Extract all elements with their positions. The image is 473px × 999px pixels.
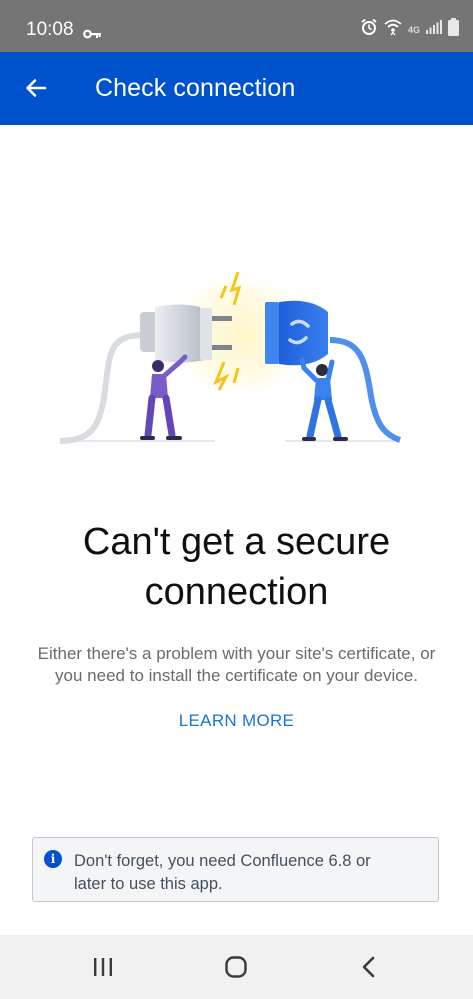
system-nav-bar bbox=[0, 935, 473, 999]
error-description: Either there's a problem with your site'… bbox=[0, 643, 473, 687]
battery-icon bbox=[448, 18, 459, 41]
info-banner: i Don't forget, you need Confluence 6.8 … bbox=[32, 837, 439, 902]
page-title: Check connection bbox=[95, 74, 296, 102]
home-button[interactable] bbox=[211, 945, 261, 989]
app-bar: Check connection bbox=[0, 52, 473, 125]
wifi-icon bbox=[384, 18, 402, 41]
info-text-line-1: Don't forget, you need Confluence 6.8 or bbox=[74, 852, 371, 870]
description-line-1: Either there's a problem with your site'… bbox=[37, 644, 436, 663]
network-type: 4G bbox=[407, 24, 420, 35]
info-text-line-2: later to use this app. bbox=[74, 875, 223, 893]
info-banner-text: Don't forget, you need Confluence 6.8 or… bbox=[74, 850, 424, 896]
info-icon: i bbox=[44, 850, 62, 868]
headline-line-1: Can't get a secure bbox=[82, 521, 391, 563]
home-icon bbox=[225, 956, 247, 978]
alarm-icon bbox=[360, 18, 378, 41]
status-time: 10:08 bbox=[26, 19, 74, 40]
arrow-left-icon bbox=[26, 79, 47, 97]
status-icons: 4G bbox=[360, 18, 459, 41]
plug-illustration bbox=[40, 250, 440, 460]
headline-line-2: connection bbox=[144, 571, 329, 613]
back-button[interactable] bbox=[14, 66, 58, 110]
description-line-2: you need to install the certificate on y… bbox=[55, 666, 418, 685]
learn-more-link[interactable]: LEARN MORE bbox=[0, 711, 473, 731]
system-back-button[interactable] bbox=[344, 945, 394, 989]
recent-apps-button[interactable] bbox=[78, 945, 128, 989]
error-headline: Can't get a secure connection bbox=[0, 517, 473, 617]
recent-apps-icon bbox=[94, 958, 112, 976]
chevron-left-icon bbox=[362, 956, 375, 978]
signal-icon bbox=[426, 20, 442, 39]
key-icon bbox=[83, 26, 101, 44]
status-bar: 10:08 4G bbox=[0, 0, 473, 52]
